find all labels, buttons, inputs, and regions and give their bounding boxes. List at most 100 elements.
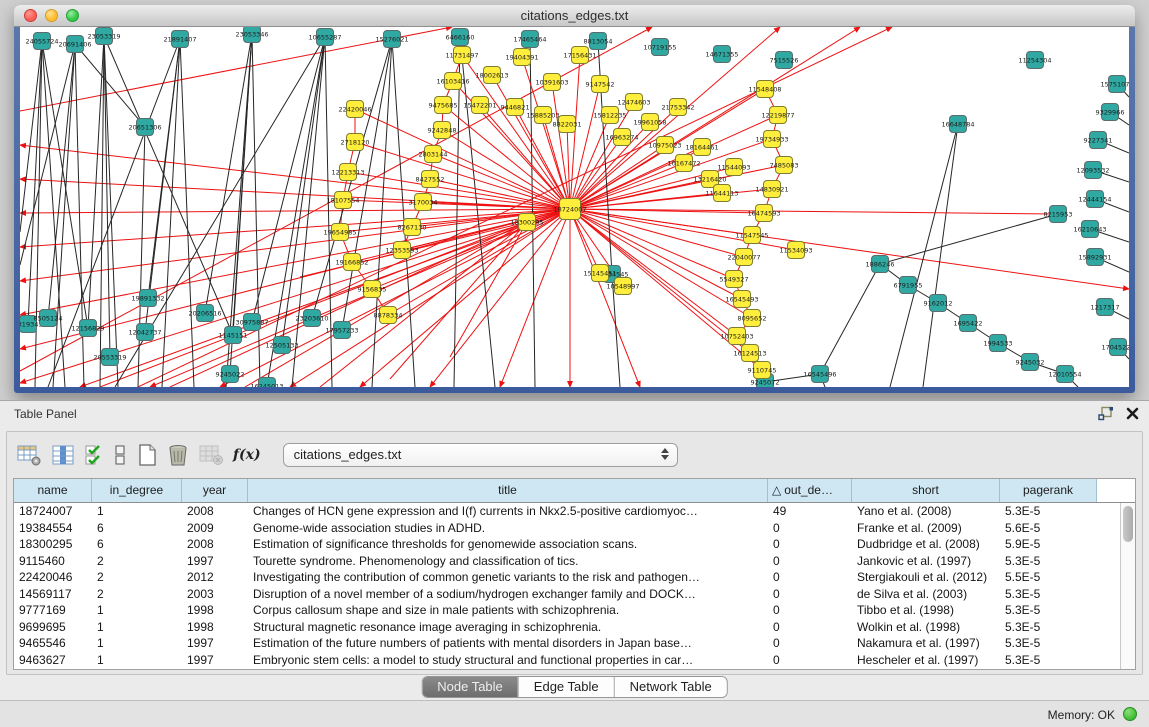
table-cell[interactable]: Structural magnetic resonance image aver…	[248, 619, 768, 636]
column-header[interactable]: pagerank	[1000, 479, 1097, 502]
tab-edge-table[interactable]: Edge Table	[518, 677, 614, 697]
table-cell[interactable]: 5.3E-5	[1000, 586, 1097, 603]
table-row[interactable]: 1938455462009Genome-wide association stu…	[14, 520, 1120, 537]
table-cell[interactable]: Corpus callosum shape and size in male p…	[248, 602, 768, 619]
new-table-button[interactable]	[135, 442, 159, 468]
table-cell[interactable]: 2	[92, 586, 182, 603]
table-cell[interactable]: Stergiakouli et al. (2012)	[852, 569, 1000, 586]
network-graph[interactable]: 1872400718300295240557242069140623053319…	[20, 27, 1129, 387]
tab-node-table[interactable]: Node Table	[422, 677, 518, 697]
select-columns-button[interactable]	[83, 443, 105, 467]
table-cell[interactable]: 0	[768, 652, 852, 669]
float-panel-icon[interactable]	[1098, 406, 1114, 421]
table-cell[interactable]: Nakamura et al. (1997)	[852, 635, 1000, 652]
table-cell[interactable]: 2003	[182, 586, 248, 603]
delete-table-button[interactable]	[166, 442, 190, 468]
table-cell[interactable]: 9777169	[14, 602, 92, 619]
table-row[interactable]: 969969511998Structural magnetic resonanc…	[14, 619, 1120, 636]
table-cell[interactable]: 1	[92, 602, 182, 619]
table-cell[interactable]: 9699695	[14, 619, 92, 636]
table-cell[interactable]: Hescheler et al. (1997)	[852, 652, 1000, 669]
table-cell[interactable]: Genome-wide association studies in ADHD.	[248, 520, 768, 537]
table-row[interactable]: 946362711997Embryonic stem cells: a mode…	[14, 652, 1120, 669]
table-cell[interactable]: 0	[768, 520, 852, 537]
table-selector-dropdown[interactable]: citations_edges.txt	[283, 443, 678, 467]
column-header[interactable]: name	[14, 479, 92, 502]
table-row[interactable]: 1872400712008Changes of HCN gene express…	[14, 503, 1120, 520]
table-cell[interactable]: 2009	[182, 520, 248, 537]
table-cell[interactable]: Yano et al. (2008)	[852, 503, 1000, 520]
table-cell[interactable]: Dudbridge et al. (2008)	[852, 536, 1000, 553]
table-cell[interactable]: 5.3E-5	[1000, 503, 1097, 520]
table-cell[interactable]: Tourette syndrome. Phenomenology and cla…	[248, 553, 768, 570]
table-mode-button[interactable]	[15, 443, 43, 467]
close-panel-icon[interactable]	[1126, 407, 1139, 420]
table-row[interactable]: 1456911722003Disruption of a novel membe…	[14, 586, 1120, 603]
table-cell[interactable]: 5.3E-5	[1000, 602, 1097, 619]
table-cell[interactable]: 1997	[182, 652, 248, 669]
table-cell[interactable]: 1998	[182, 602, 248, 619]
table-row[interactable]: 946554611997Estimation of the future num…	[14, 635, 1120, 652]
insert-column-button[interactable]	[50, 443, 76, 467]
table-cell[interactable]: Investigating the contribution of common…	[248, 569, 768, 586]
clear-table-button[interactable]	[197, 443, 225, 467]
table-cell[interactable]: 5.3E-5	[1000, 635, 1097, 652]
table-cell[interactable]: 0	[768, 619, 852, 636]
column-header[interactable]: △out_de…	[768, 479, 852, 502]
table-cell[interactable]: 1	[92, 503, 182, 520]
column-header[interactable]: short	[852, 479, 1000, 502]
table-cell[interactable]: 19384554	[14, 520, 92, 537]
table-cell[interactable]: 18724007	[14, 503, 92, 520]
table-cell[interactable]: 0	[768, 586, 852, 603]
column-header[interactable]: year	[182, 479, 248, 502]
table-cell[interactable]: 9465546	[14, 635, 92, 652]
table-cell[interactable]: Estimation of the future numbers of pati…	[248, 635, 768, 652]
table-cell[interactable]: 1	[92, 652, 182, 669]
table-cell[interactable]: Wolkin et al. (1998)	[852, 619, 1000, 636]
table-cell[interactable]: 0	[768, 602, 852, 619]
table-cell[interactable]: 2	[92, 569, 182, 586]
table-cell[interactable]: Changes of HCN gene expression and I(f) …	[248, 503, 768, 520]
memory-status-icon[interactable]	[1123, 707, 1137, 721]
table-cell[interactable]: 5.3E-5	[1000, 652, 1097, 669]
table-cell[interactable]: 49	[768, 503, 852, 520]
tab-network-table[interactable]: Network Table	[614, 677, 727, 697]
table-row[interactable]: 977716911998Corpus callosum shape and si…	[14, 602, 1120, 619]
table-cell[interactable]: Embryonic stem cells: a model to study s…	[248, 652, 768, 669]
table-cell[interactable]: Jankovic et al. (1997)	[852, 553, 1000, 570]
table-cell[interactable]: 18300295	[14, 536, 92, 553]
table-cell[interactable]: 0	[768, 553, 852, 570]
table-cell[interactable]: Franke et al. (2009)	[852, 520, 1000, 537]
table-cell[interactable]: Disruption of a novel member of a sodium…	[248, 586, 768, 603]
table-cell[interactable]: 5.3E-5	[1000, 553, 1097, 570]
table-row[interactable]: 2242004622012Investigating the contribut…	[14, 569, 1120, 586]
table-cell[interactable]: Tibbo et al. (1998)	[852, 602, 1000, 619]
column-header[interactable]: title	[248, 479, 768, 502]
table-cell[interactable]: 14569117	[14, 586, 92, 603]
table-cell[interactable]: 2008	[182, 503, 248, 520]
table-cell[interactable]: 2012	[182, 569, 248, 586]
row-height-button[interactable]	[112, 443, 128, 467]
window-titlebar[interactable]: citations_edges.txt	[14, 5, 1135, 27]
network-canvas[interactable]: 1872400718300295240557242069140623053319…	[20, 27, 1129, 387]
vertical-scrollbar[interactable]	[1120, 503, 1135, 669]
table-cell[interactable]: 1997	[182, 553, 248, 570]
table-row[interactable]: 1830029562008Estimation of significance …	[14, 536, 1120, 553]
table-cell[interactable]: 5.5E-5	[1000, 569, 1097, 586]
table-cell[interactable]: 22420046	[14, 569, 92, 586]
table-cell[interactable]: 1	[92, 635, 182, 652]
table-cell[interactable]: 0	[768, 635, 852, 652]
table-cell[interactable]: 9463627	[14, 652, 92, 669]
table-cell[interactable]: 2	[92, 553, 182, 570]
table-cell[interactable]: 9115460	[14, 553, 92, 570]
table-cell[interactable]: 6	[92, 520, 182, 537]
table-cell[interactable]: 6	[92, 536, 182, 553]
table-cell[interactable]: Estimation of significance thresholds fo…	[248, 536, 768, 553]
scrollbar-thumb[interactable]	[1123, 506, 1133, 542]
table-cell[interactable]: de Silva et al. (2003)	[852, 586, 1000, 603]
table-cell[interactable]: 2008	[182, 536, 248, 553]
table-cell[interactable]: 5.6E-5	[1000, 520, 1097, 537]
table-cell[interactable]: 1998	[182, 619, 248, 636]
table-cell[interactable]: 1997	[182, 635, 248, 652]
table-cell[interactable]: 1	[92, 619, 182, 636]
